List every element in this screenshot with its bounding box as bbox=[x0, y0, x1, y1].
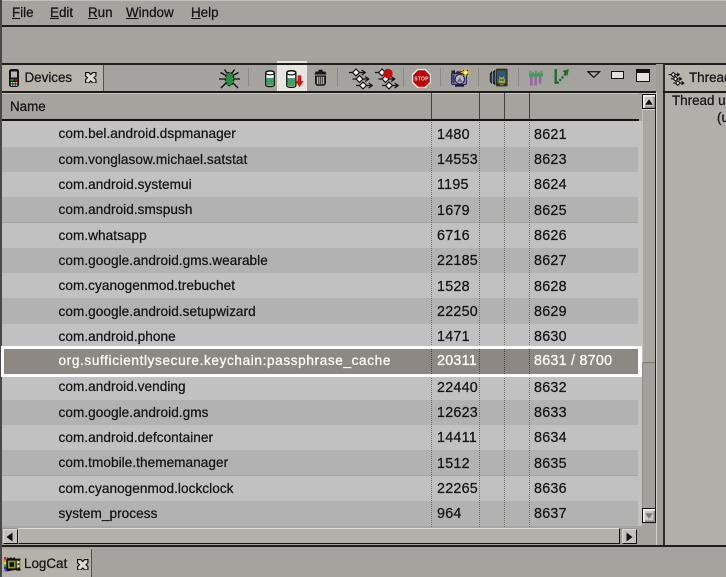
svg-text:STOP: STOP bbox=[414, 76, 429, 82]
